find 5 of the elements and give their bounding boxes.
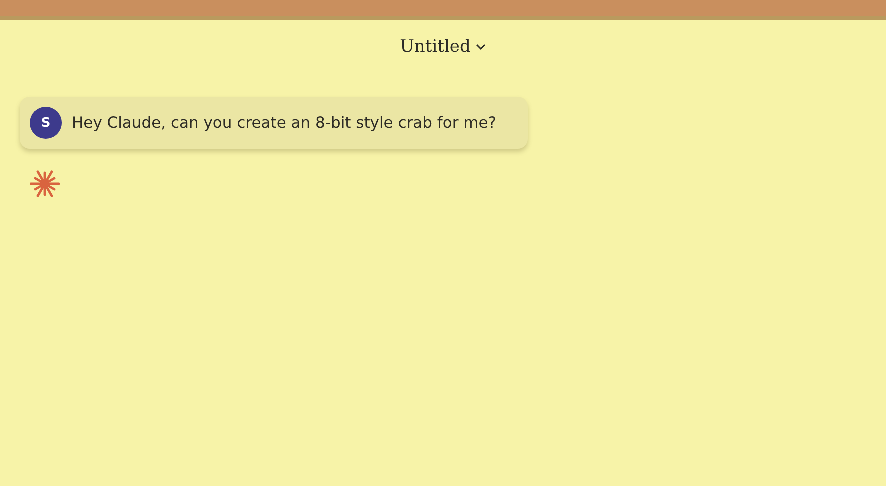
chevron-down-icon xyxy=(476,44,486,50)
starburst-icon xyxy=(30,169,60,199)
avatar: S xyxy=(30,107,62,139)
title-dropdown[interactable]: Untitled xyxy=(400,37,486,57)
message-text: Hey Claude, can you create an 8-bit style crab for me? xyxy=(72,114,496,132)
